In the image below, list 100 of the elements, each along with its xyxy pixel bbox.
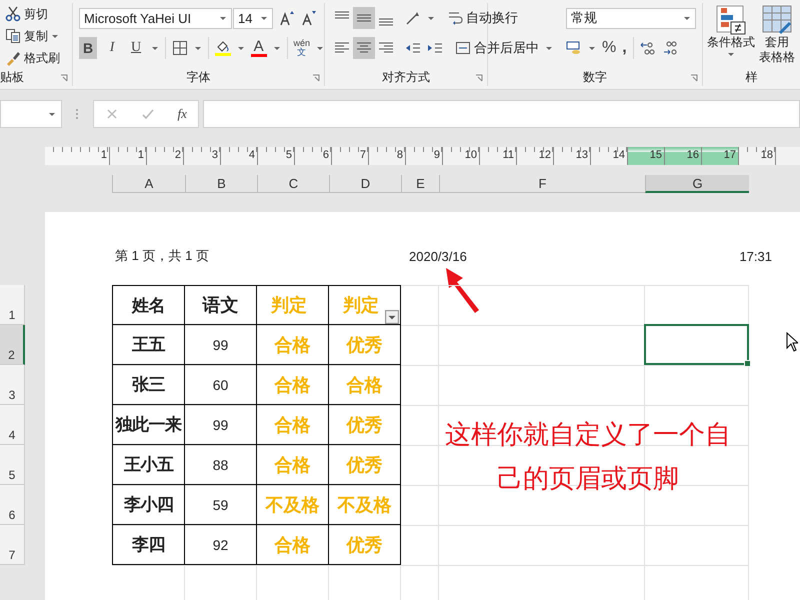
page-header-time: 17:31 [739,248,772,264]
check-icon[interactable] [141,107,156,121]
column-header[interactable]: C [257,175,329,193]
formula-input[interactable] [203,100,800,128]
wrap-text-button[interactable]: 自动换行 [447,9,518,27]
fill-bucket-icon[interactable] [214,40,231,56]
ruler-number: 16 [686,148,699,163]
table-cell: 优秀 [329,525,401,565]
clipboard-button[interactable]: 剪切 [5,5,48,23]
row-header[interactable]: 1 [0,285,25,325]
table-cell: 不及格 [257,485,329,525]
grip-icon[interactable] [75,107,79,121]
caret-icon[interactable] [427,14,435,22]
ruler-number: 11 [502,148,514,163]
caret-icon[interactable] [219,14,227,22]
table-cell: 99 [185,405,257,445]
table-cell: 不及格 [329,485,401,525]
percent-button[interactable]: % [602,39,616,57]
column-header[interactable]: G [645,175,749,193]
table-cell: 合格 [257,445,329,485]
row-header[interactable]: 4 [0,405,25,445]
caret-icon[interactable] [316,44,324,52]
caret-icon[interactable] [194,44,202,52]
number-format-field[interactable]: 常规 [566,8,696,28]
wrap-icon [447,10,463,26]
insert-function-button[interactable]: fx [178,106,187,122]
table-cell: 优秀 [329,405,401,445]
launcher-icon[interactable] [60,74,68,82]
row-header[interactable]: 2 [0,325,25,365]
grow-font-icon[interactable] [279,10,295,26]
column-header[interactable]: B [185,175,257,193]
ruler-number: 13 [576,148,588,163]
align-icon[interactable] [353,7,375,29]
font-field[interactable]: Microsoft YaHei UI [79,8,232,28]
column-header[interactable]: E [401,175,439,193]
clipboard-button[interactable]: 复制 [5,27,59,45]
clipboard-button[interactable]: 格式刷 [5,49,60,67]
decrease-decimal-icon[interactable] [662,40,678,56]
ruler-number: 1 [100,148,107,163]
copy-icon [5,28,21,44]
table-cell: 92 [185,525,257,565]
filter-button[interactable] [385,310,399,324]
caret-icon[interactable] [151,44,160,52]
group-label: 对齐方式 [382,68,430,86]
row-header[interactable]: 3 [0,365,25,405]
table-cell: 语文 [185,285,257,325]
column-header[interactable]: F [439,175,645,193]
caret-icon[interactable] [683,14,691,22]
style-button[interactable]: I [103,37,122,59]
phonetic-button[interactable]: wén 文 [293,39,310,57]
style-button[interactable]: B [79,37,98,59]
ruler-number: 15 [650,148,662,163]
row-header[interactable]: 5 [0,445,25,485]
ruler-number: 18 [760,148,773,163]
launcher-icon[interactable] [475,74,483,82]
caret-icon[interactable] [48,110,56,118]
merge-icon [455,40,471,56]
launcher-icon[interactable] [690,74,698,82]
shrink-font-icon[interactable] [301,10,317,26]
merge-center-button[interactable]: 合并后居中 [455,39,539,57]
table-cell: 王五 [112,325,185,365]
table-icon [716,5,746,35]
caret-icon[interactable] [236,44,245,52]
column-header[interactable]: A [112,175,185,193]
border-icon[interactable] [172,40,188,56]
row-header[interactable]: 7 [0,525,25,565]
active-cell[interactable] [644,324,749,365]
annotation-text: 这样你就自定义了一个自己的页眉或页脚 [445,418,731,495]
caret-icon[interactable] [272,44,281,52]
ruler-number: 5 [286,148,292,163]
table-cell: 张三 [112,365,185,405]
caret-icon [727,50,735,58]
ruler-number: 12 [538,148,551,163]
launcher-icon[interactable] [312,74,320,82]
comma-button[interactable]: , [622,39,627,57]
caret-icon [51,32,59,40]
table-cell: 99 [185,325,257,365]
table-cell: 李四 [112,525,185,565]
ruler-number: 3 [212,148,218,163]
font-color-button[interactable]: A [250,39,267,57]
caret-icon[interactable] [545,44,553,52]
group-label: 数字 [583,68,607,86]
caret-icon[interactable] [588,44,596,52]
font-size-field[interactable]: 14 [233,8,273,28]
style-button[interactable]: U [127,37,146,59]
money-icon[interactable] [566,40,582,56]
brush-icon [5,50,21,66]
row-header[interactable]: 6 [0,485,25,525]
conditional-format-button[interactable]: 条件格式 [707,3,755,65]
table-icon [762,5,792,35]
align-icon[interactable] [353,37,375,59]
column-header[interactable]: D [329,175,401,193]
ruler-number: 9 [434,148,440,163]
orientation-icon[interactable] [405,10,421,26]
group-label: 样 [746,68,758,86]
increase-decimal-icon[interactable] [640,40,656,56]
table-cell: 王小五 [112,445,185,485]
table-cell: 合格 [329,365,401,405]
caret-icon[interactable] [260,14,268,22]
table-format-button[interactable]: 套用 表格格 [759,3,795,65]
